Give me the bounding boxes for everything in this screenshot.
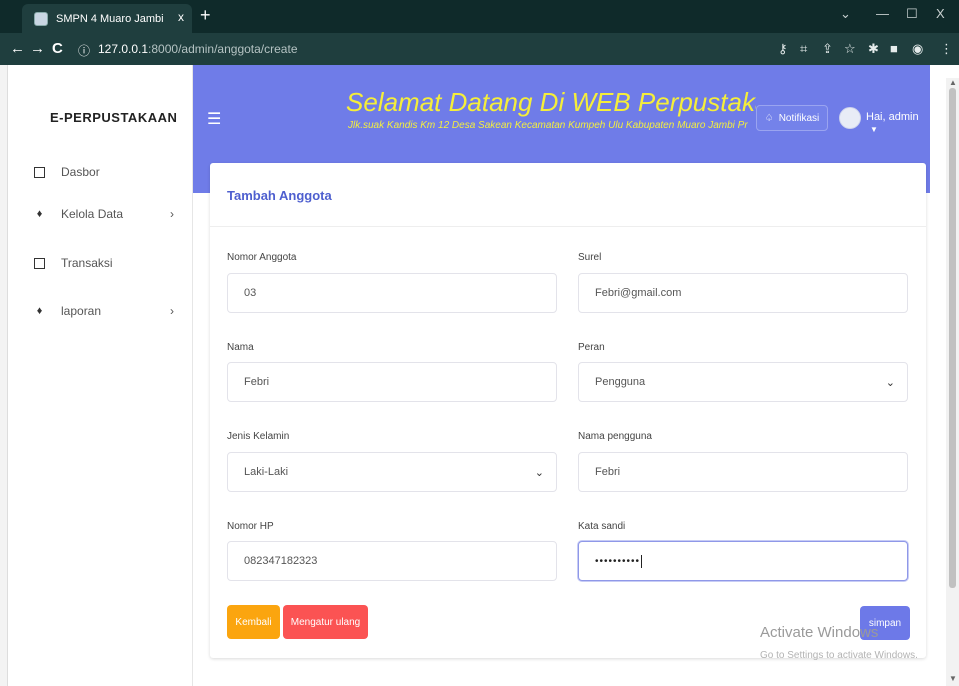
hamburger-menu-icon[interactable]: ☰	[207, 109, 221, 129]
address-bar: ← → C ⓘ 127.0.0.1:8000/admin/anggota/cre…	[0, 33, 959, 65]
maximize-icon[interactable]: ☐	[906, 6, 918, 22]
drop-icon: ♦	[36, 304, 43, 317]
label-jenis-kelamin: Jenis Kelamin	[227, 431, 290, 442]
notification-label: Notifikasi	[778, 112, 820, 124]
sidebar-item-label: Dasbor	[61, 165, 100, 179]
jenis-kelamin-select[interactable]: Laki-Laki ⌄	[227, 452, 557, 492]
peran-value: Pengguna	[595, 376, 646, 388]
school-address: Jlk.suak Kandis Km 12 Desa Sakean Kecama…	[348, 120, 748, 131]
star-icon[interactable]: ☆	[844, 41, 856, 57]
kata-sandi-value: ••••••••••	[595, 555, 641, 567]
forward-arrow-icon[interactable]: →	[30, 40, 45, 57]
menu-icon[interactable]: ⋮	[940, 41, 953, 57]
url-path: :8000/admin/anggota/create	[148, 42, 298, 56]
nama-pengguna-value: Febri	[595, 466, 621, 478]
form-card: Tambah Anggota Nomor Anggota 03 Surel Fe…	[210, 163, 926, 658]
chevron-down-icon: ⌄	[534, 467, 544, 479]
window-close-icon[interactable]: X	[936, 6, 945, 21]
scrollbar[interactable]: ▲ ▼	[946, 78, 959, 686]
label-nomor-anggota: Nomor Anggota	[227, 252, 297, 263]
back-arrow-icon[interactable]: ←	[10, 40, 25, 57]
activate-windows-subtitle: Go to Settings to activate Windows.	[760, 650, 918, 661]
tab-close-icon[interactable]: x	[178, 10, 184, 24]
nama-pengguna-input[interactable]: Febri	[578, 452, 908, 492]
extensions-icon[interactable]: ✱	[868, 41, 879, 57]
nomor-anggota-value: 03	[244, 287, 257, 299]
label-nama-pengguna: Nama pengguna	[578, 431, 652, 442]
sidebar-brand: E-PERPUSTAKAAN	[50, 110, 178, 125]
tab-title: SMPN 4 Muaro Jambi	[56, 12, 164, 25]
avatar[interactable]	[839, 107, 861, 129]
user-greeting: Hai, admin	[866, 111, 919, 123]
drop-icon: ♦	[36, 207, 43, 220]
profile-icon[interactable]: ◉	[912, 41, 923, 57]
browser-tab[interactable]: SMPN 4 Muaro Jambi x	[22, 4, 192, 33]
divider	[210, 226, 926, 227]
activate-windows-title: Activate Windows	[760, 624, 879, 641]
sidebar-item-label: laporan	[61, 304, 102, 318]
sidebar: E-PERPUSTAKAAN Dasbor ♦ Kelola Data › Tr…	[8, 65, 193, 686]
sidebar-item-label: Kelola Data	[61, 207, 124, 221]
chevron-right-icon: ›	[170, 304, 174, 318]
nama-value: Febri	[244, 376, 270, 388]
jenis-kelamin-value: Laki-Laki	[244, 466, 289, 478]
new-tab-button[interactable]: +	[200, 5, 211, 26]
url-host: 127.0.0.1	[98, 42, 149, 56]
card-title: Tambah Anggota	[227, 188, 332, 203]
label-kata-sandi: Kata sandi	[578, 521, 626, 532]
share-icon[interactable]: ⇪	[822, 41, 833, 57]
chevron-right-icon: ›	[170, 207, 174, 221]
tab-search-icon[interactable]: ⌄	[840, 6, 851, 22]
surel-value: Febri@gmail.com	[595, 287, 682, 299]
bell-icon: ♤	[764, 112, 774, 124]
label-peran: Peran	[578, 342, 605, 353]
translate-icon[interactable]: ⌗	[800, 41, 807, 57]
window-edge	[0, 65, 8, 686]
sidebar-item-dasbor[interactable]: Dasbor	[34, 162, 184, 182]
label-surel: Surel	[578, 252, 602, 263]
chevron-down-icon: ⌄	[885, 377, 895, 389]
back-button[interactable]: Kembali	[227, 605, 280, 639]
square-icon	[34, 166, 45, 178]
scrollbar-thumb[interactable]	[949, 88, 956, 588]
url-field[interactable]: 127.0.0.1:8000/admin/anggota/create	[98, 42, 298, 56]
label-nama: Nama	[227, 342, 254, 353]
scroll-up-icon[interactable]: ▲	[949, 78, 957, 87]
notification-button[interactable]: ♤ Notifikasi	[756, 105, 828, 131]
reset-button[interactable]: Mengatur ulang	[283, 605, 368, 639]
reload-icon[interactable]: C	[52, 40, 63, 57]
kata-sandi-input[interactable]: ••••••••••	[578, 541, 908, 581]
text-cursor	[641, 554, 643, 568]
key-icon[interactable]: ⚷	[778, 41, 788, 57]
nama-input[interactable]: Febri	[227, 362, 557, 402]
welcome-title: Selamat Datang Di WEB Perpustakaan SMPN …	[346, 87, 756, 117]
nomor-anggota-input[interactable]: 03	[227, 273, 557, 313]
sidebar-item-transaksi[interactable]: Transaksi	[34, 253, 184, 273]
label-nomor-hp: Nomor HP	[227, 521, 274, 532]
favicon-icon	[34, 11, 48, 26]
surel-input[interactable]: Febri@gmail.com	[578, 273, 908, 313]
user-menu[interactable]: Hai, admin ▼	[866, 111, 930, 135]
info-icon[interactable]: ⓘ	[78, 42, 90, 59]
browser-titlebar: SMPN 4 Muaro Jambi x + ⌄ — ☐ X	[0, 0, 959, 33]
sidebar-item-label: Transaksi	[61, 256, 113, 270]
nomor-hp-input[interactable]: 082347182323	[227, 541, 557, 581]
nomor-hp-value: 082347182323	[244, 555, 318, 567]
sidepanel-icon[interactable]: ■	[890, 41, 898, 56]
sidebar-item-kelola-data[interactable]: ♦ Kelola Data ›	[34, 204, 184, 224]
scroll-down-icon[interactable]: ▼	[949, 674, 957, 683]
peran-select[interactable]: Pengguna ⌄	[578, 362, 908, 402]
caret-down-icon: ▼	[870, 125, 878, 134]
minimize-icon[interactable]: —	[876, 6, 889, 21]
sidebar-item-laporan[interactable]: ♦ laporan ›	[34, 301, 184, 321]
square-icon	[34, 257, 45, 269]
